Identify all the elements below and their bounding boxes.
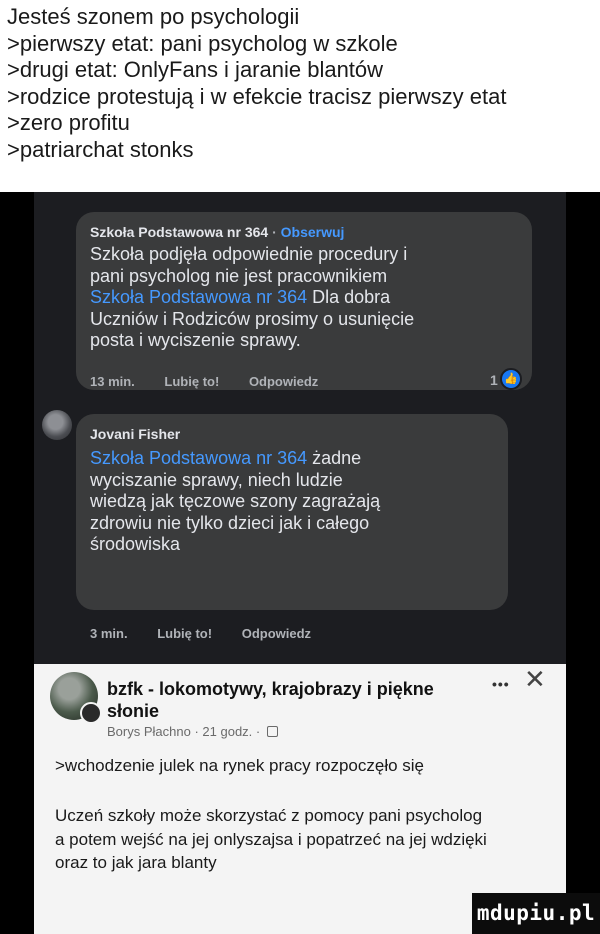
- comment-line: wyciszanie sprawy, niech ludzie: [90, 469, 343, 490]
- close-icon[interactable]: ✕: [524, 666, 546, 692]
- comment-line: posta i wyciszenie sprawy.: [90, 330, 301, 351]
- comment-bubble: Jovani Fisher Szkoła Podstawowa nr 364 ż…: [76, 414, 508, 610]
- comment-author-line: Szkoła Podstawowa nr 364 · Obserwuj: [90, 224, 345, 240]
- comment-text: Szkoła podjęła odpowiednie procedury i p…: [90, 244, 414, 352]
- post-meta: Borys Płachno · 21 godz. ·: [107, 724, 278, 739]
- caption-line: >rodzice protestują i w efekcie tracisz …: [7, 83, 507, 109]
- comment-line: zdrowiu nie tylko dzieci jak i całego: [90, 512, 370, 533]
- comment-line: Szkoła Podstawowa nr 364 Dla dobra: [90, 287, 414, 309]
- meme-caption: Jesteś szonem po psychologii >pierwszy e…: [0, 0, 600, 192]
- page-mention-link[interactable]: Szkoła Podstawowa nr 364: [90, 448, 307, 468]
- comment-line: pani psycholog nie jest pracownikiem: [90, 265, 388, 286]
- caption-line: Jesteś szonem po psychologii: [7, 4, 300, 29]
- avatar: [80, 702, 102, 724]
- avatar[interactable]: [42, 410, 72, 440]
- comment-line: Szkoła podjęła odpowiednie procedury i: [90, 244, 408, 264]
- comment-line: środowiska: [90, 534, 181, 555]
- comment-line: Szkoła Podstawowa nr 364 żadne: [90, 448, 380, 470]
- more-options-icon[interactable]: •••: [492, 676, 510, 692]
- thumbs-up-icon[interactable]: 👍: [500, 368, 522, 390]
- caption-line: >patriarchat stonks: [7, 136, 194, 162]
- reaction-count: 1: [490, 372, 498, 388]
- comment-line: Uczniów i Rodziców prosimy o usunięcie: [90, 308, 415, 329]
- facebook-comments-screenshot: Szkoła Podstawowa nr 364 · Obserwuj Szko…: [34, 192, 566, 664]
- page-mention-link[interactable]: Szkoła Podstawowa nr 364: [90, 287, 307, 307]
- like-button[interactable]: Lubię to!: [164, 374, 219, 389]
- reply-button[interactable]: Odpowiedz: [249, 374, 318, 389]
- comment-author[interactable]: Szkoła Podstawowa nr 364: [90, 224, 268, 240]
- comment-line: wiedzą jak tęczowe szony zagrażają: [90, 491, 381, 512]
- group-title-line: słonie: [107, 701, 160, 721]
- caption-line: >drugi etat: OnlyFans i jaranie blantów: [7, 57, 384, 83]
- post-text: Uczeń szkoły może skorzystać z pomocy pa…: [55, 804, 487, 875]
- post-line: >wchodzenie julek na rynek pracy rozpocz…: [55, 756, 425, 775]
- caption-line: >pierwszy etat: pani psycholog w szkole: [7, 30, 398, 56]
- caption-line: >zero profitu: [7, 110, 130, 136]
- group-avatar[interactable]: [50, 672, 102, 724]
- follow-link[interactable]: Obserwuj: [281, 224, 345, 240]
- comment-actions: 3 min. Lubię to! Odpowiedz: [90, 626, 337, 641]
- comment-line-tail: żadne: [307, 448, 362, 468]
- comment-text: Szkoła Podstawowa nr 364 żadne wyciszani…: [90, 448, 380, 556]
- group-title-line: bzfk - lokomotywy, krajobrazy i piękne: [107, 679, 434, 699]
- post-author[interactable]: Borys Płachno: [107, 724, 191, 739]
- comment-time: 3 min.: [90, 626, 128, 641]
- like-button[interactable]: Lubię to!: [157, 626, 212, 641]
- post-text: >wchodzenie julek na rynek pracy rozpocz…: [55, 754, 424, 778]
- comment-actions: 13 min. Lubię to! Odpowiedz: [90, 374, 344, 389]
- comment-bubble: Szkoła Podstawowa nr 364 · Obserwuj Szko…: [76, 212, 532, 390]
- post-line: Uczeń szkoły może skorzystać z pomocy pa…: [55, 806, 483, 825]
- comment-author[interactable]: Jovani Fisher: [90, 426, 180, 442]
- reply-button[interactable]: Odpowiedz: [242, 626, 311, 641]
- globe-icon: [266, 726, 278, 737]
- group-title[interactable]: bzfk - lokomotywy, krajobrazy i piękne s…: [107, 678, 434, 722]
- post-line: oraz to jak jara blanty: [55, 853, 217, 872]
- comment-line-tail: Dla dobra: [307, 287, 391, 308]
- comment-time: 13 min.: [90, 374, 135, 389]
- site-watermark: mdupiu.pl: [472, 893, 600, 934]
- post-time[interactable]: 21 godz.: [202, 724, 252, 739]
- post-line: a potem wejść na jej onlyszajsa i popatr…: [55, 829, 487, 849]
